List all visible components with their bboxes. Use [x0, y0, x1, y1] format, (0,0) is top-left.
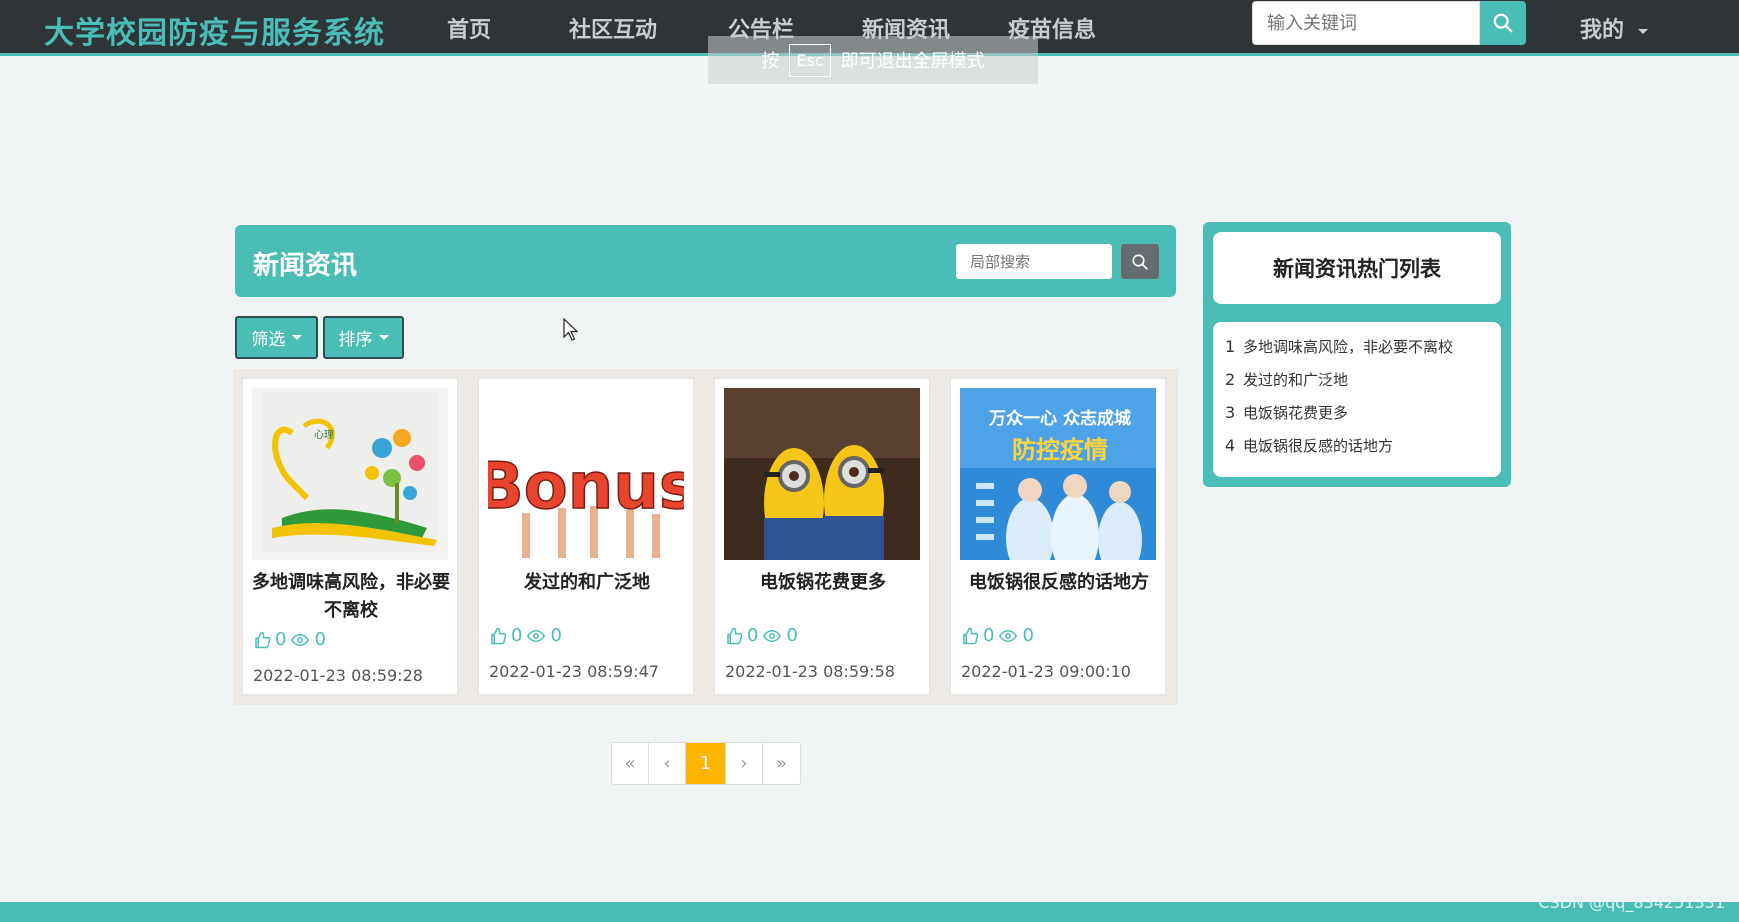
nav-item-home[interactable]: 首页 [447, 12, 491, 44]
page-next-button[interactable]: › [726, 743, 763, 784]
bonus-text: Bonus [488, 450, 684, 524]
like-count: 0 [983, 625, 995, 646]
eye-icon [291, 633, 310, 646]
news-card-title: 电饭锅花费更多 [760, 572, 886, 593]
news-card-stats: 0 0 [253, 629, 330, 650]
hot-news-list: 1 多地调味高风险，非必要不离校 2 发过的和广泛地 3 电饭锅花费更多 4 电… [1213, 322, 1501, 477]
toast-suffix: 即可退出全屏模式 [840, 51, 985, 72]
hot-news-label: 电饭锅很反感的话地方 [1243, 437, 1394, 455]
hot-news-label: 多地调味高风险，非必要不离校 [1243, 338, 1454, 356]
nav-item-community[interactable]: 社区互动 [569, 12, 657, 44]
eye-icon [999, 629, 1018, 642]
news-card-stats: 0 0 [725, 625, 802, 646]
poster-line1: 万众一心 众志成城 [988, 408, 1131, 429]
news-card-grid: 心理 多地调味高风险，非必要不离校 0 0 2022-01-23 08:59:2… [233, 369, 1178, 705]
hot-news-item[interactable]: 3 电饭锅花费更多 [1213, 396, 1501, 429]
page-prev-button[interactable]: ‹ [649, 743, 686, 784]
top-search-input[interactable] [1252, 1, 1480, 45]
thumbs-up-icon [727, 627, 743, 644]
page-last-button[interactable]: » [763, 743, 800, 784]
view-count: 0 [786, 625, 798, 646]
epidemic-poster-illustration: 万众一心 众志成城 防控疫情 [960, 388, 1156, 560]
news-card-date: 2022-01-23 08:59:28 [253, 666, 423, 685]
filter-label: 筛选 [251, 330, 286, 350]
hot-news-title: 新闻资讯热门列表 [1213, 232, 1501, 304]
view-count: 0 [314, 629, 326, 650]
news-card[interactable]: 万众一心 众志成城 防控疫情 电饭锅很反感的话地方 0 0 2022-01-23… [950, 378, 1166, 695]
news-card-image: Bonus [488, 388, 684, 560]
sort-dropdown-button[interactable]: 排序 [323, 316, 404, 359]
minions-illustration [724, 388, 920, 560]
local-search-button[interactable] [1121, 244, 1159, 279]
mine-label: 我的 [1580, 18, 1625, 43]
filter-dropdown-button[interactable]: 筛选 [235, 316, 318, 359]
hot-news-rank: 3 [1225, 403, 1236, 422]
hot-news-rank: 4 [1225, 436, 1236, 455]
brand-title[interactable]: 大学校园防疫与服务系统 [44, 8, 385, 52]
toast-esc-key: Esc [789, 43, 831, 77]
thumbs-up-icon [255, 631, 271, 648]
caret-down-icon [378, 335, 389, 340]
hot-news-item[interactable]: 2 发过的和广泛地 [1213, 363, 1501, 396]
like-count: 0 [511, 625, 523, 646]
news-card[interactable]: 心理 多地调味高风险，非必要不离校 0 0 2022-01-23 08:59:2… [242, 378, 458, 695]
footer-bar [0, 902, 1739, 922]
news-card[interactable]: 电饭锅花费更多 0 0 2022-01-23 08:59:58 [714, 378, 930, 695]
news-card-date: 2022-01-23 08:59:58 [725, 662, 895, 681]
search-icon [1493, 13, 1513, 33]
view-count: 0 [550, 625, 562, 646]
news-card-title: 多地调味高风险，非必要不离校 [252, 572, 450, 621]
toast-prefix: 按 [761, 51, 780, 72]
hot-news-rank: 1 [1225, 337, 1236, 356]
mine-menu[interactable]: 我的 [1580, 12, 1649, 44]
hot-news-rank: 2 [1225, 370, 1236, 389]
pagination: « ‹ 1 › » [611, 742, 801, 785]
news-panel-header: 新闻资讯 [235, 225, 1176, 297]
thumbs-up-icon [963, 627, 979, 644]
campus-hearts-illustration: 心理 [262, 393, 438, 553]
page-title: 新闻资讯 [253, 251, 358, 281]
bonus-illustration: Bonus [488, 449, 684, 558]
news-card-stats: 0 0 [961, 625, 1038, 646]
thumbs-up-icon [491, 627, 507, 644]
news-card[interactable]: Bonus 发过的和广泛地 0 0 2022-01-23 08:59:47 [478, 378, 694, 695]
news-card-image: 万众一心 众志成城 防控疫情 [960, 388, 1156, 560]
eye-icon [527, 629, 546, 642]
hot-news-item[interactable]: 4 电饭锅很反感的话地方 [1213, 429, 1501, 462]
search-icon [1132, 253, 1148, 270]
top-search-button[interactable] [1480, 1, 1526, 45]
poster-line2: 防控疫情 [1012, 436, 1108, 464]
hot-news-label: 电饭锅花费更多 [1243, 404, 1349, 422]
local-search-input[interactable] [956, 244, 1112, 279]
like-count: 0 [747, 625, 759, 646]
view-count: 0 [1022, 625, 1034, 646]
svg-text:心理: 心理 [314, 429, 334, 441]
hot-news-item[interactable]: 1 多地调味高风险，非必要不离校 [1213, 330, 1501, 363]
mouse-pointer-icon [563, 318, 579, 341]
fullscreen-toast: 按 Esc 即可退出全屏模式 [708, 36, 1038, 84]
watermark-text: CSDN @qq_834251331 [1538, 893, 1725, 912]
news-card-title: 发过的和广泛地 [524, 572, 650, 593]
news-card-image [724, 388, 920, 560]
news-card-date: 2022-01-23 08:59:47 [489, 662, 659, 681]
news-card-date: 2022-01-23 09:00:10 [961, 662, 1131, 681]
news-card-stats: 0 0 [489, 625, 566, 646]
like-count: 0 [275, 629, 287, 650]
hot-news-label: 发过的和广泛地 [1243, 371, 1349, 389]
caret-down-icon [291, 335, 302, 340]
news-card-image: 心理 [252, 388, 448, 560]
page-current-button[interactable]: 1 [686, 743, 726, 784]
page-first-button[interactable]: « [612, 743, 649, 784]
hot-news-panel: 新闻资讯热门列表 1 多地调味高风险，非必要不离校 2 发过的和广泛地 3 电饭… [1203, 222, 1511, 487]
news-card-title: 电饭锅很反感的话地方 [969, 572, 1149, 593]
eye-icon [763, 629, 782, 642]
sort-label: 排序 [338, 330, 373, 350]
chevron-down-icon [1638, 28, 1649, 34]
